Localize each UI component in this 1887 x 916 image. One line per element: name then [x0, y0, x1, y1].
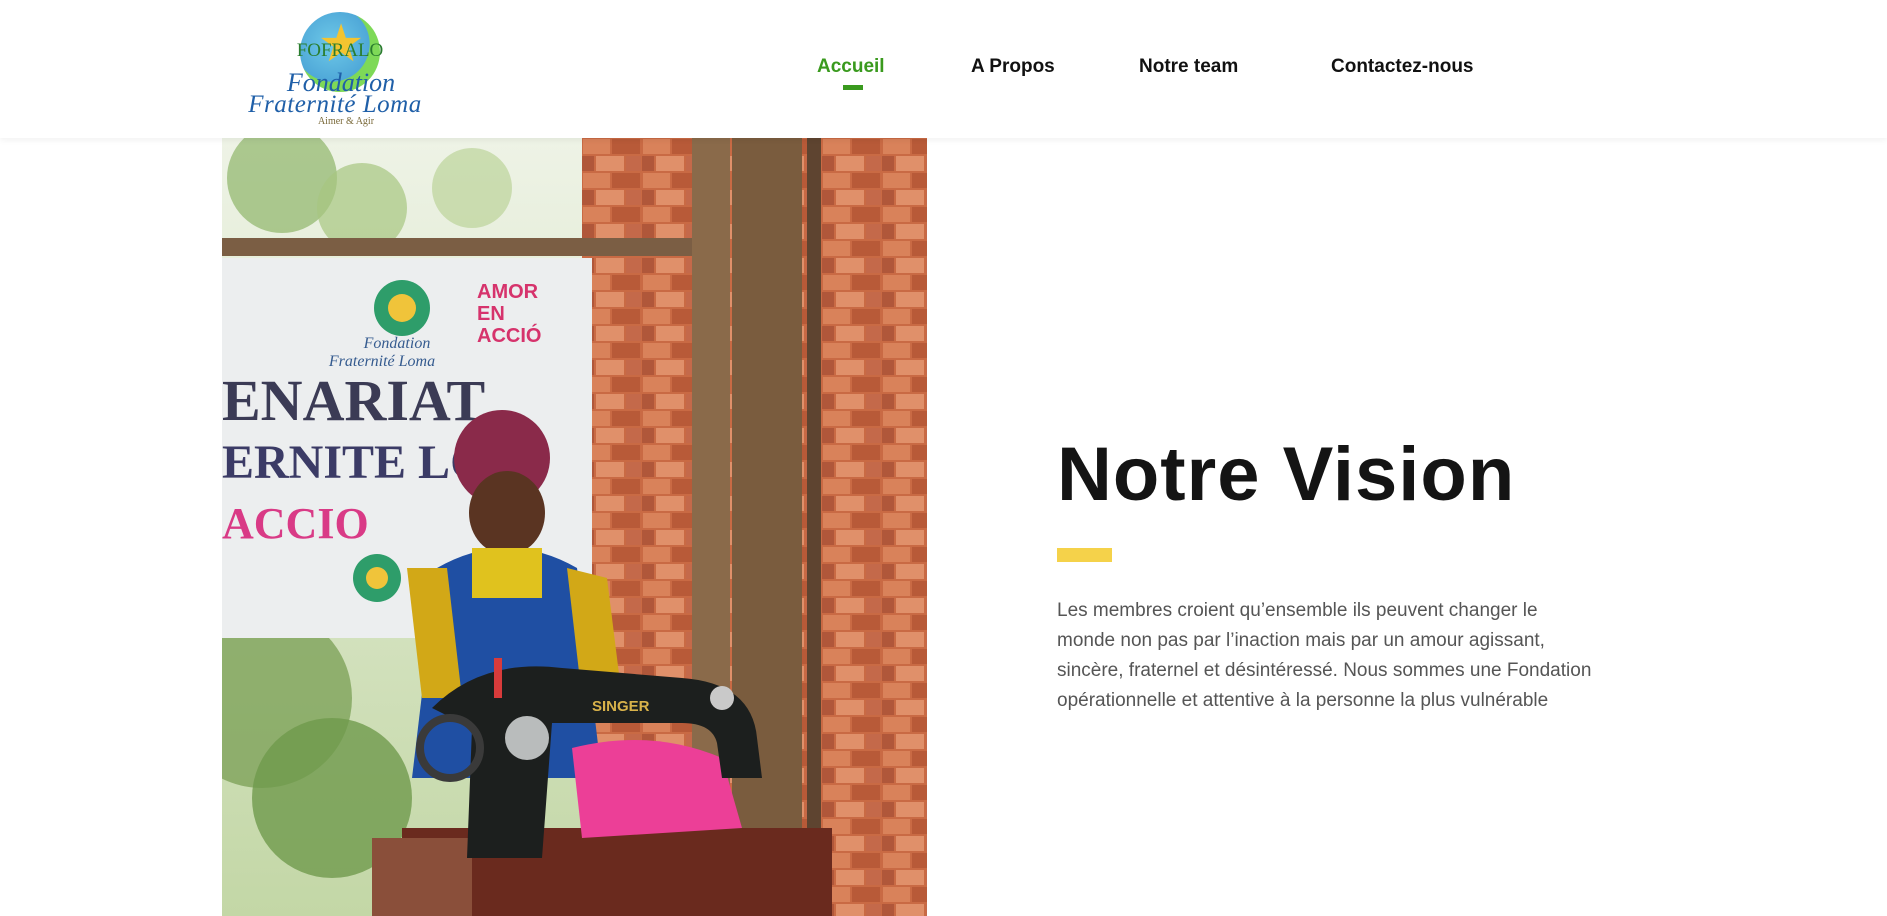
hero-photo-illustration: Fondation Fraternité Loma AMOR EN ACCIÓ … [222, 138, 927, 916]
svg-text:AMOR: AMOR [477, 281, 539, 303]
vision-description: Les membres croient qu’ensemble ils peuv… [1057, 600, 1592, 711]
nav-notre-team[interactable]: Notre team [1139, 56, 1238, 78]
nav-accueil[interactable]: Accueil [817, 56, 885, 78]
svg-text:Fondation: Fondation [363, 335, 431, 352]
fofralo-logo[interactable]: ★ FOFRALO Fondation Fraternité Loma Aime… [236, 8, 432, 127]
nav-contactez-nous[interactable]: Contactez-nous [1331, 56, 1474, 78]
svg-text:ACCIO: ACCIO [222, 499, 369, 548]
logo-acronym: FOFRALO [296, 40, 384, 61]
site-header: ★ FOFRALO Fondation Fraternité Loma Aime… [0, 0, 1887, 138]
logo-name-line2: Fraternité Loma [248, 91, 422, 118]
svg-text:EN: EN [477, 303, 505, 325]
svg-text:ENARIAT: ENARIAT [222, 368, 485, 433]
vision-title: Notre Vision [1057, 432, 1516, 517]
machine-brand-label: SINGER [592, 698, 650, 715]
hero-photo: Fondation Fraternité Loma AMOR EN ACCIÓ … [222, 138, 927, 916]
vision-accent-bar [1057, 548, 1112, 562]
nav-a-propos[interactable]: A Propos [971, 56, 1055, 78]
logo-tagline: Aimer & Agir [317, 116, 375, 127]
svg-text:ERNITE LO: ERNITE LO [222, 436, 487, 489]
svg-text:ACCIÓ: ACCIÓ [477, 323, 541, 347]
nav-active-indicator [843, 85, 863, 90]
